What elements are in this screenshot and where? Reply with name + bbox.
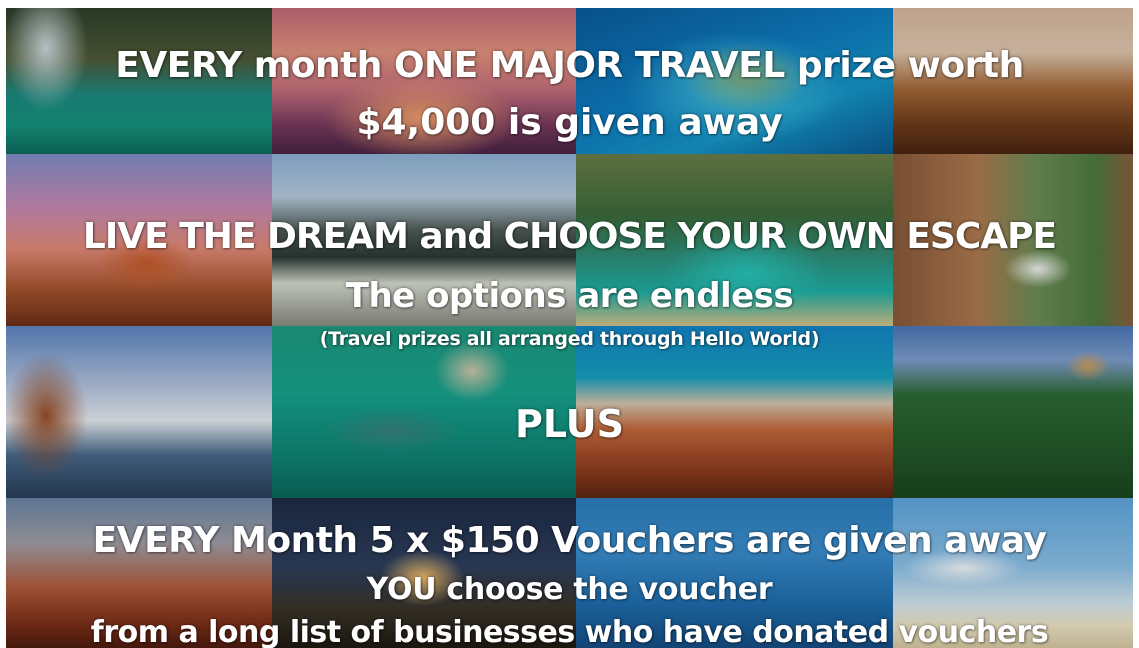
vouchers-title: EVERY Month 5 x $150 Vouchers are given … xyxy=(92,520,1047,561)
vouchers-line-2: from a long list of businesses who have … xyxy=(90,615,1049,648)
escape-note: (Travel prizes all arranged through Hell… xyxy=(319,328,820,350)
headline-line-1: EVERY month ONE MAJOR TRAVEL prize worth xyxy=(115,45,1024,86)
escape-title: LIVE THE DREAM and CHOOSE YOUR OWN ESCAP… xyxy=(82,216,1057,257)
plus-label: PLUS xyxy=(515,402,624,446)
headline-line-2: $4,000 is given away xyxy=(356,102,783,143)
promo-banner: EVERY month ONE MAJOR TRAVEL prize worth… xyxy=(6,8,1133,648)
vouchers-line-1: YOU choose the voucher xyxy=(366,572,773,607)
escape-subtitle: The options are endless xyxy=(345,276,794,316)
promo-text-overlay: EVERY month ONE MAJOR TRAVEL prize worth… xyxy=(6,8,1133,648)
